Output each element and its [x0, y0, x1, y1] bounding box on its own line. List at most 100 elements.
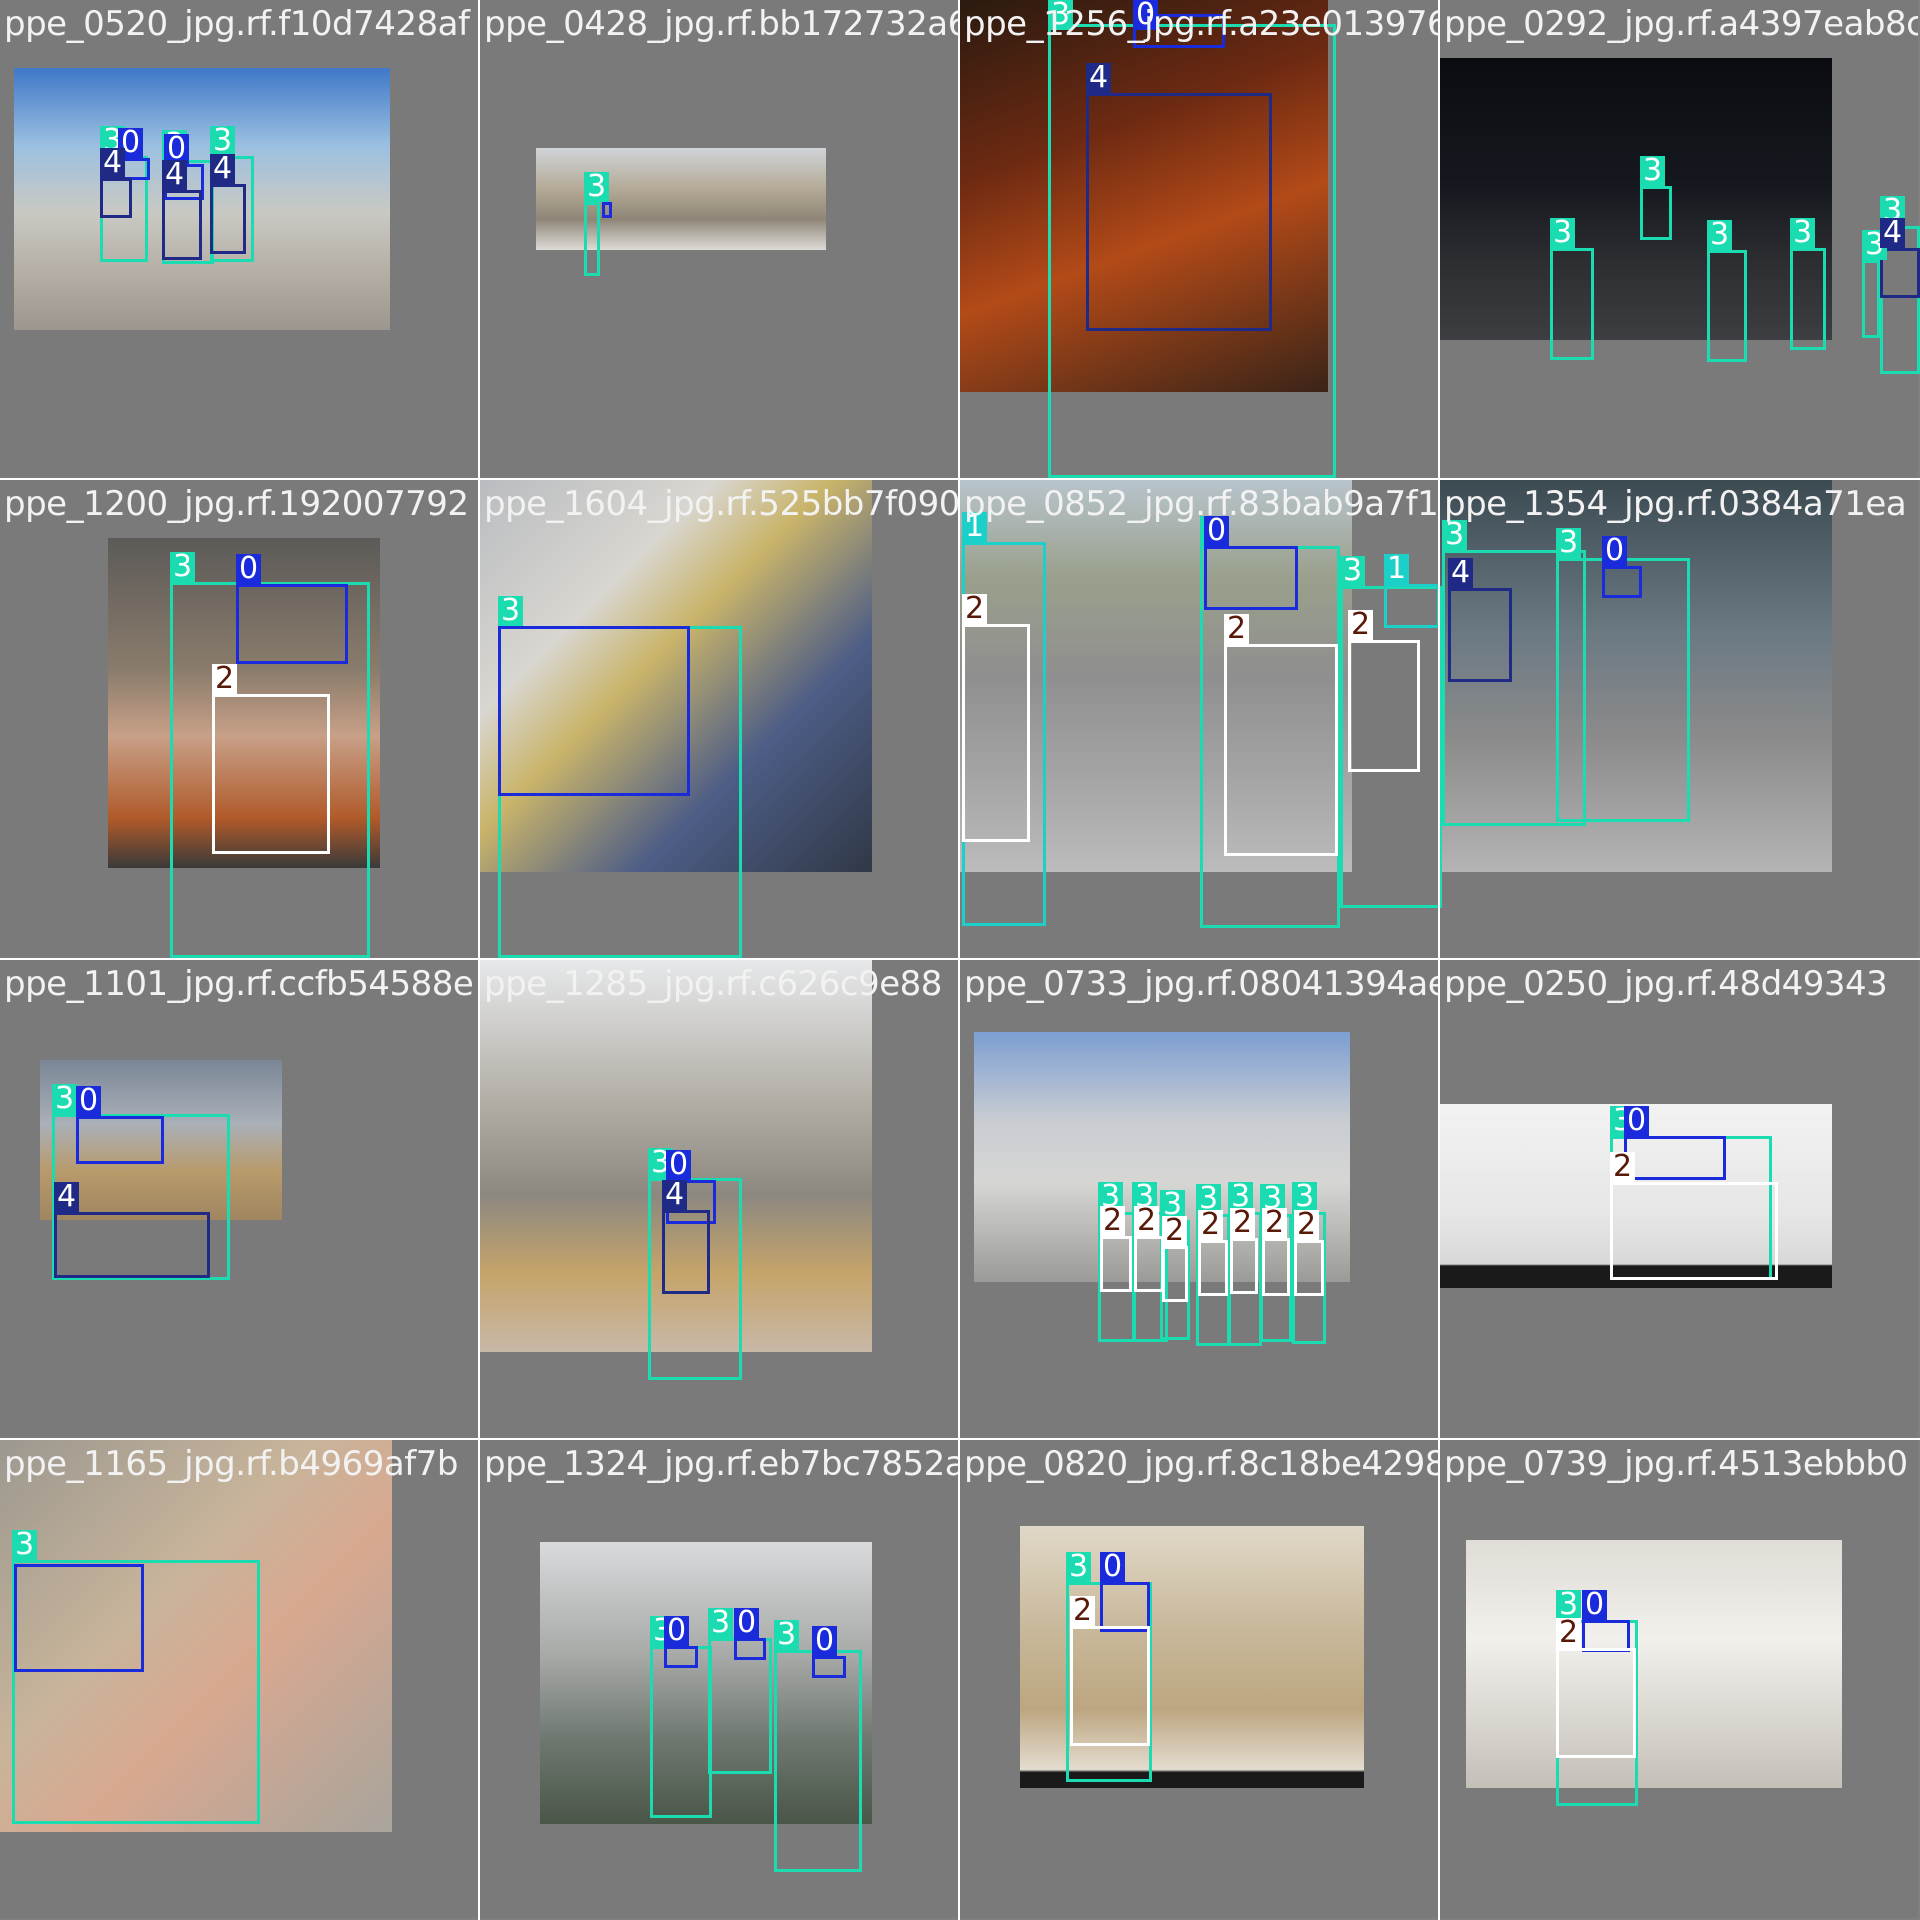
bbox-label: 4: [210, 154, 236, 184]
bbox-label: 3: [1790, 218, 1816, 248]
bbox-class-3: [1550, 248, 1594, 360]
bbox-label: 3: [52, 1084, 78, 1114]
bbox-label: 3: [1707, 220, 1733, 250]
bbox-class-0: [1100, 1582, 1150, 1632]
bbox-label: 0: [76, 1086, 102, 1116]
bbox-class-1: [1384, 584, 1440, 628]
bbox-class-0: [664, 1646, 698, 1668]
bbox-class-0: [498, 626, 690, 796]
bbox-label: 0: [666, 1150, 692, 1180]
tile-filename: ppe_1324_jpg.rf.eb7bc7852a: [484, 1444, 958, 1484]
bbox-label: 1: [1384, 554, 1410, 584]
bbox-class-2: [1556, 1648, 1636, 1758]
bbox-class-3: [1862, 260, 1880, 338]
bbox-label: 4: [54, 1182, 80, 1212]
bbox-class-2: [1100, 1236, 1132, 1292]
tile-filename: ppe_1165_jpg.rf.b4969af7b: [4, 1444, 458, 1484]
bbox-class-3: [650, 1646, 712, 1818]
tile-separator-vertical: [478, 0, 480, 1920]
bbox-label: 2: [1162, 1216, 1188, 1246]
bbox-label: 2: [1262, 1208, 1288, 1238]
mosaic-tile: ppe_0820_jpg.rf.8c18be4298: [960, 1440, 1438, 1918]
bbox-class-4: [210, 184, 246, 254]
bbox-class-0: [602, 202, 612, 218]
bbox-class-0: [76, 1116, 164, 1164]
bbox-label: 3: [1066, 1552, 1092, 1582]
tile-separator-horizontal: [0, 1438, 1920, 1440]
bbox-class-3: [1790, 248, 1826, 350]
mosaic-tile: ppe_0428_jpg.rf.bb172732a6a: [480, 0, 958, 478]
bbox-label: 2: [1348, 610, 1374, 640]
bbox-label: 2: [1610, 1152, 1636, 1182]
tile-filename: ppe_0820_jpg.rf.8c18be4298: [964, 1444, 1438, 1484]
bbox-label: 3: [170, 552, 196, 582]
bbox-label: 3: [774, 1620, 800, 1650]
bbox-label: 2: [1198, 1210, 1224, 1240]
tile-separator-vertical: [1438, 0, 1440, 1920]
bbox-class-4: [1448, 588, 1512, 682]
tile-filename: ppe_1200_jpg.rf.192007792: [4, 484, 469, 524]
tile-separator-horizontal: [0, 958, 1920, 960]
bbox-class-0: [812, 1656, 846, 1678]
bbox-label: 3: [1640, 156, 1666, 186]
bbox-class-2: [1162, 1246, 1188, 1302]
bbox-label: 3: [1550, 218, 1576, 248]
bbox-class-4: [662, 1210, 710, 1294]
bbox-class-2: [962, 624, 1030, 842]
bbox-class-2: [1134, 1236, 1164, 1292]
photo-content: [536, 148, 826, 250]
tile-filename: ppe_1285_jpg.rf.c626c9e88: [484, 964, 942, 1004]
bbox-class-0: [1624, 1136, 1726, 1180]
bbox-label: 4: [100, 148, 126, 178]
bbox-label: 4: [1448, 558, 1474, 588]
tile-separator-horizontal: [0, 478, 1920, 480]
bbox-label: 2: [1100, 1206, 1126, 1236]
bbox-label: 0: [812, 1626, 838, 1656]
bbox-class-3: [1707, 250, 1747, 362]
bbox-class-4: [100, 178, 132, 218]
tile-filename: ppe_0739_jpg.rf.4513ebbb0: [1444, 1444, 1908, 1484]
bbox-class-3: [774, 1650, 862, 1872]
bbox-class-2: [1070, 1626, 1150, 1746]
bbox-class-4: [162, 190, 202, 260]
sample-photo: [1466, 1540, 1842, 1788]
bbox-label: 0: [1602, 536, 1628, 566]
bbox-label: 3: [584, 172, 610, 202]
tile-filename: ppe_0250_jpg.rf.48d49343: [1444, 964, 1888, 1004]
bbox-label: 4: [1880, 218, 1906, 248]
tile-filename: ppe_1604_jpg.rf.525bb7f0909: [484, 484, 958, 524]
bbox-class-0: [14, 1564, 144, 1672]
bbox-label: 0: [734, 1608, 760, 1638]
bbox-label: 4: [662, 1180, 688, 1210]
tile-filename: ppe_1256_jpg.rf.a23e013976ba: [964, 4, 1438, 44]
bbox-label: 3: [1340, 556, 1366, 586]
bbox-label: 3: [1442, 520, 1468, 550]
tile-filename: ppe_0852_jpg.rf.83bab9a7f1: [964, 484, 1438, 524]
bbox-class-2: [1198, 1240, 1228, 1296]
bbox-class-3: [1640, 186, 1672, 240]
bbox-label: 4: [1086, 63, 1112, 93]
bbox-class-2: [1230, 1238, 1258, 1294]
sample-photo: [536, 148, 826, 250]
bbox-label: 3: [12, 1530, 38, 1560]
mosaic-tile: ppe_0739_jpg.rf.4513ebbb0: [1440, 1440, 1918, 1918]
tile-filename: ppe_0733_jpg.rf.08041394ae: [964, 964, 1438, 1004]
bbox-label: 2: [1230, 1208, 1256, 1238]
bbox-label: 2: [1556, 1618, 1582, 1648]
photo-content: [1440, 58, 1832, 340]
detection-mosaic-grid: ppe_0520_jpg.rf.f10d7428af30430434ppe_04…: [0, 0, 1920, 1920]
bbox-class-2: [1348, 640, 1420, 772]
tile-separator-vertical: [958, 0, 960, 1920]
bbox-label: 2: [962, 594, 988, 624]
bbox-class-2: [1224, 644, 1338, 856]
bbox-class-2: [212, 694, 330, 854]
bbox-label: 0: [1624, 1106, 1650, 1136]
tile-filename: ppe_0428_jpg.rf.bb172732a6a: [484, 4, 958, 44]
bbox-class-2: [1262, 1238, 1290, 1296]
bbox-label: 3: [498, 596, 524, 626]
bbox-label: 2: [1070, 1596, 1096, 1626]
bbox-label: 0: [236, 554, 262, 584]
bbox-class-2: [1610, 1182, 1778, 1280]
bbox-label: 0: [664, 1616, 690, 1646]
bbox-class-0: [1602, 566, 1642, 598]
